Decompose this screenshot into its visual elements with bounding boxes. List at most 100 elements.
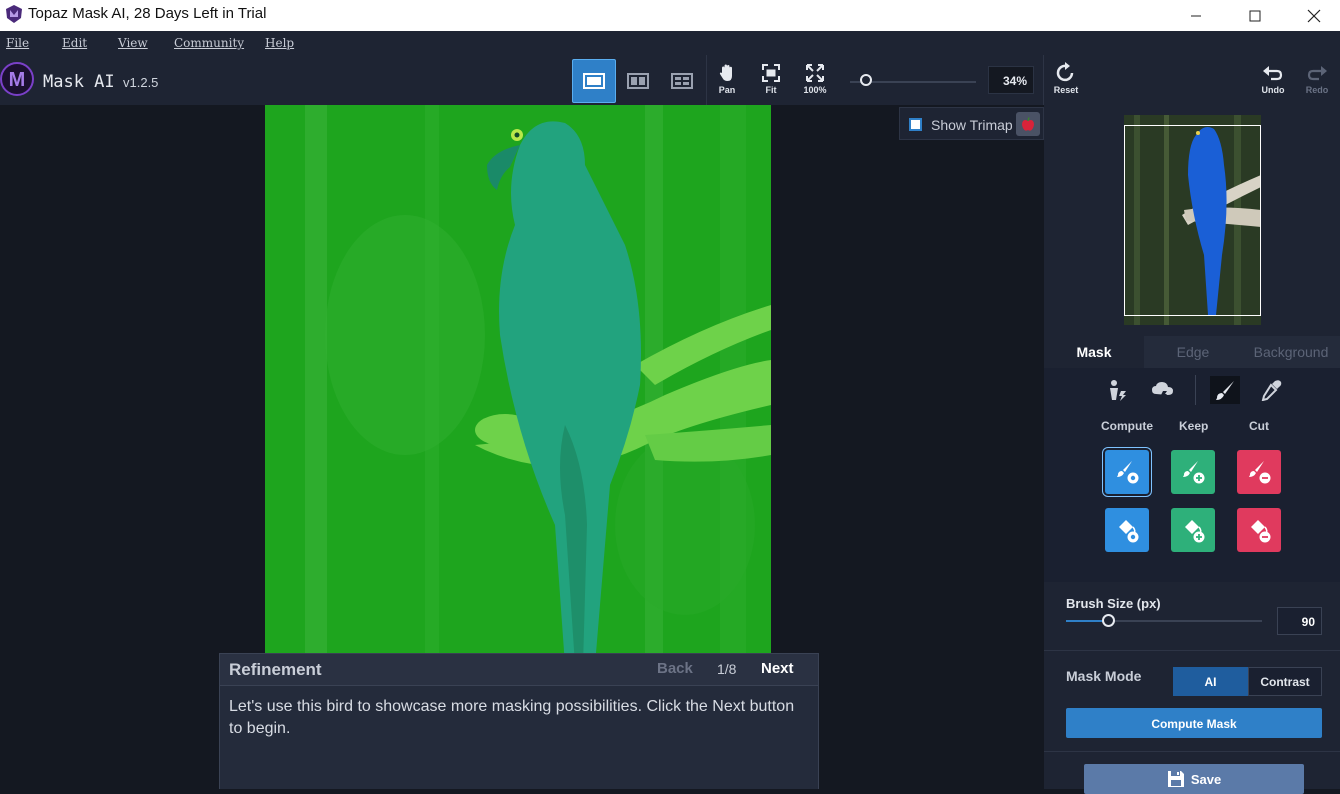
hand-icon [719, 64, 732, 81]
show-trimap-checkbox[interactable] [909, 118, 922, 131]
single-view-icon [583, 73, 605, 89]
reset-icon [1056, 62, 1074, 82]
side-by-side-view-button[interactable] [660, 59, 704, 103]
refinement-panel: Refinement Back 1/8 Next Let's use this … [219, 653, 819, 789]
single-view-button[interactable] [572, 59, 616, 103]
panel-divider [1044, 650, 1340, 651]
cloud-icon [1152, 382, 1173, 399]
minimize-button[interactable] [1173, 0, 1219, 31]
pan-label: Pan [718, 85, 736, 95]
undo-label: Undo [1261, 85, 1285, 95]
mode-divider [1195, 375, 1196, 405]
menu-help[interactable]: Help [265, 36, 294, 50]
refinement-title: Refinement [229, 660, 322, 679]
eyedropper-icon [1261, 380, 1282, 401]
reset-button[interactable]: Reset [1044, 61, 1088, 103]
refinement-text: Let's use this bird to showcase more mas… [229, 698, 795, 737]
close-icon [1307, 9, 1321, 22]
show-trimap-label: Show Trimap [931, 117, 1013, 133]
save-button[interactable]: Save [1084, 764, 1304, 794]
brush-mode-button[interactable] [1210, 376, 1240, 404]
side-by-side-view-icon [671, 73, 693, 89]
fit-tool[interactable]: Fit [749, 61, 793, 103]
brush-size-field[interactable]: 90 [1277, 607, 1322, 635]
right-panel: Mask Edge Background Compute Keep Cut Br… [1044, 105, 1340, 794]
menu-community[interactable]: Community [174, 36, 244, 50]
panel-divider [1044, 751, 1340, 752]
redo-icon [1307, 66, 1327, 81]
keep-brush-button[interactable] [1171, 450, 1215, 494]
refinement-step-counter: 1/8 [717, 661, 737, 677]
apple-icon[interactable] [1016, 112, 1040, 136]
window-title: Topaz Mask AI, 28 Days Left in Trial [28, 5, 267, 22]
mask-tool-modes [1044, 368, 1340, 410]
image-canvas[interactable]: Show Trimap Refinement Back 1/8 Next Let… [0, 105, 1044, 789]
compute-brush-button[interactable] [1105, 450, 1149, 494]
zoom-100-tool[interactable]: 100% [793, 61, 837, 103]
cut-column-label: Cut [1249, 419, 1269, 433]
title-bar: Topaz Mask AI, 28 Days Left in Trial [0, 0, 1340, 31]
eyedropper-mode-button[interactable] [1256, 376, 1286, 404]
app-logo-icon [6, 5, 22, 23]
cut-brush-icon [1249, 461, 1271, 484]
split-view-icon [627, 73, 649, 89]
menu-file[interactable]: File [6, 36, 29, 50]
menu-edit[interactable]: Edit [62, 36, 87, 50]
mask-ai-logo-icon: M [0, 62, 34, 96]
tab-edge[interactable]: Edge [1144, 336, 1242, 368]
undo-button[interactable]: Undo [1251, 61, 1295, 103]
brush-icon [1216, 381, 1234, 400]
compute-fill-icon [1119, 520, 1139, 543]
split-view-button[interactable] [616, 59, 660, 103]
keep-column-label: Keep [1179, 419, 1209, 433]
save-icon [1167, 771, 1184, 787]
fit-label: Fit [765, 85, 777, 95]
pan-tool[interactable]: Pan [705, 61, 749, 103]
compute-column-label: Compute [1101, 419, 1153, 433]
brush-size-label: Brush Size (px) [1066, 596, 1161, 611]
compute-brush-icon [1117, 461, 1139, 484]
zoom-value-field[interactable]: 34% [988, 66, 1034, 94]
mask-mode-label: Mask Mode [1066, 668, 1142, 684]
paint-tools-section [1044, 410, 1340, 582]
person-mode-button[interactable] [1102, 376, 1132, 404]
cloud-mode-button[interactable] [1148, 376, 1178, 404]
zoom-100-label: 100% [803, 85, 827, 95]
parrot-photo-with-mask-overlay[interactable] [265, 105, 771, 653]
maximize-button[interactable] [1232, 0, 1278, 31]
reset-label: Reset [1053, 85, 1079, 95]
svg-text:M: M [9, 69, 26, 91]
person-icon [1110, 380, 1126, 401]
mask-mode-contrast-button[interactable]: Contrast [1248, 667, 1322, 696]
compute-mask-button[interactable]: Compute Mask [1066, 708, 1322, 738]
tab-background[interactable]: Background [1242, 336, 1340, 368]
navigator-viewport-frame[interactable] [1124, 125, 1261, 316]
cut-fill-button[interactable] [1237, 508, 1281, 552]
keep-fill-button[interactable] [1171, 508, 1215, 552]
maximize-icon [1249, 10, 1261, 21]
zoom-slider-handle[interactable] [860, 74, 872, 86]
apple-glyph [1022, 116, 1034, 131]
brush-size-slider-handle[interactable] [1102, 614, 1115, 627]
show-trimap-toggle[interactable]: Show Trimap [899, 107, 1044, 140]
keep-fill-icon [1185, 520, 1205, 543]
tab-mask[interactable]: Mask [1044, 336, 1144, 368]
refinement-next-button[interactable]: Next [761, 660, 794, 677]
redo-label: Redo [1305, 85, 1329, 95]
cut-fill-icon [1251, 520, 1271, 543]
expand-icon [806, 64, 824, 82]
app-version: v1.2.5 [123, 75, 159, 90]
close-button[interactable] [1291, 0, 1337, 31]
cut-brush-button[interactable] [1237, 450, 1281, 494]
keep-brush-icon [1183, 461, 1205, 484]
refinement-back-button[interactable]: Back [657, 660, 693, 677]
redo-button[interactable]: Redo [1295, 61, 1339, 103]
undo-icon [1263, 66, 1283, 81]
compute-fill-button[interactable] [1105, 508, 1149, 552]
mask-mode-ai-button[interactable]: AI [1173, 667, 1248, 696]
fit-icon [762, 64, 780, 82]
refinement-header: Refinement Back 1/8 Next [220, 654, 818, 686]
save-label: Save [1190, 771, 1222, 787]
menu-view[interactable]: View [118, 36, 148, 50]
navigator-thumbnail[interactable] [1124, 115, 1261, 325]
